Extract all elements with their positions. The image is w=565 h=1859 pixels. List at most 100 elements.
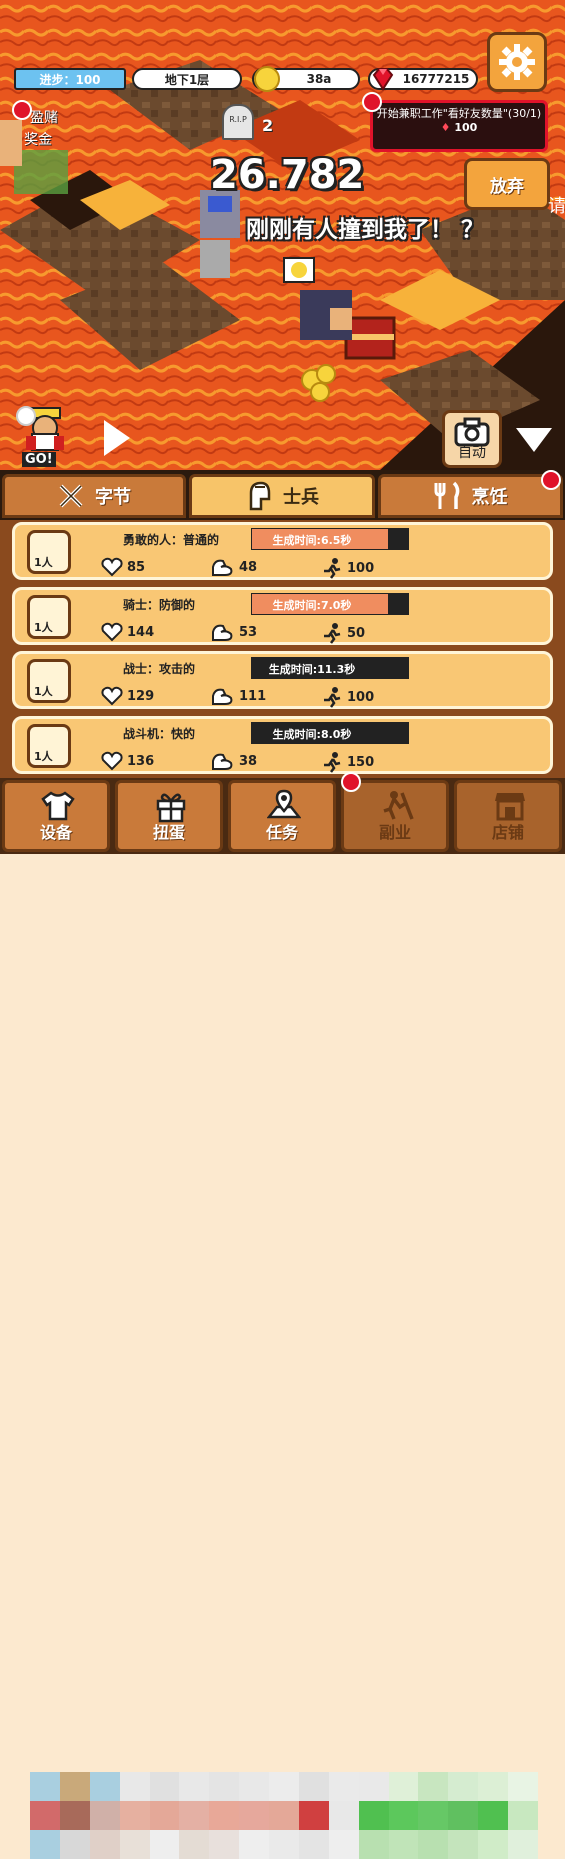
soldier-card[interactable]: 1人 勇敢的人：普通的 生成时间:6.5秒 85 48 100 — [12, 522, 553, 580]
ad-pixel — [89, 1830, 120, 1859]
hp-value: 129 — [127, 688, 155, 704]
ad-pixel — [209, 1772, 240, 1801]
soldier-card[interactable]: 1人 骑士：防御的 生成时间:7.0秒 144 53 50 — [12, 587, 553, 645]
soldier-avatar: 1人 — [27, 530, 71, 574]
ad-pixel — [30, 1772, 60, 1801]
nav-tasks[interactable]: 任务 — [228, 780, 336, 852]
bicep-icon — [212, 753, 233, 770]
tab-cooking[interactable]: 烹饪 — [378, 474, 563, 518]
ad-pixel — [418, 1772, 449, 1801]
bottom-navigation: 设备 扭蛋 任务 副业 店铺 — [0, 772, 565, 854]
spawn-time-text: 生成时间:6.5秒 — [272, 534, 352, 547]
nav-side-job[interactable]: 副业 — [341, 780, 449, 852]
soldier-list: 1人 勇敢的人：普通的 生成时间:6.5秒 85 48 100 1人 骑士：防御… — [0, 520, 565, 778]
give-up-button[interactable]: 放弃 — [464, 158, 550, 210]
ad-pixel — [358, 1801, 389, 1830]
ruby-gem-icon — [372, 68, 394, 91]
shop-icon — [495, 793, 525, 821]
notification-dot — [541, 470, 561, 490]
auto-label: 自动 — [458, 445, 486, 461]
strength-stat: 48 — [211, 557, 257, 577]
ad-pixel — [269, 1830, 299, 1859]
nav-shop[interactable]: 店铺 — [454, 780, 562, 852]
hp-stat: 144 — [101, 622, 154, 642]
ad-pixel — [328, 1830, 359, 1859]
ad-pixel — [59, 1772, 90, 1801]
ad-pixel — [209, 1801, 240, 1830]
shirt-icon — [41, 791, 75, 821]
category-tabs: 字节 士兵 烹饪 — [0, 470, 565, 520]
ad-pixel — [119, 1772, 150, 1801]
ad-pixel — [179, 1772, 210, 1801]
speed-value: 100 — [347, 560, 375, 576]
gift-icon — [156, 793, 186, 823]
nav-equipment[interactable]: 设备 — [2, 780, 110, 852]
ad-pixel — [30, 1830, 60, 1859]
pixelated-ad-banner[interactable] — [30, 1772, 538, 1859]
indicator-dot — [16, 406, 36, 426]
ad-pixel — [298, 1772, 329, 1801]
quest-title: 开始兼职工作"看好友数量"(30/1) — [376, 107, 542, 120]
hp-stat: 129 — [101, 686, 154, 706]
ad-pixel — [298, 1830, 329, 1859]
tab-soldiers[interactable]: 士兵 — [189, 474, 375, 518]
game-scene[interactable]: 进步：100 地下1层 38a 16777215 开始兼职工作"看好友数量"(3… — [0, 0, 565, 470]
ad-pixel — [448, 1830, 479, 1859]
fork-knife-icon — [434, 481, 459, 509]
ad-pixel — [508, 1772, 538, 1801]
quest-banner[interactable]: 开始兼职工作"看好友数量"(30/1) ♦ 100 — [370, 100, 548, 152]
heart-icon — [101, 622, 123, 642]
ad-pixel — [508, 1830, 538, 1859]
ad-pixel — [478, 1830, 509, 1859]
spawn-time-text: 生成时间:11.3秒 — [268, 663, 356, 676]
ad-pixel — [269, 1801, 299, 1830]
spawn-time-bar: 生成时间:8.0秒 — [251, 722, 409, 744]
soldier-card[interactable]: 1人 战士：攻击的 生成时间:11.3秒 129 111 100 — [12, 651, 553, 709]
tab-weapons[interactable]: 字节 — [2, 474, 186, 518]
spawn-time-bar: 生成时间:11.3秒 — [251, 657, 409, 679]
running-icon — [324, 623, 341, 644]
ad-pixel — [89, 1772, 120, 1801]
ad-pixel — [30, 1801, 60, 1830]
ad-pixel — [269, 1772, 299, 1801]
nav-gacha[interactable]: 扭蛋 — [115, 780, 223, 852]
quest-reward-value: 100 — [454, 121, 478, 134]
ad-pixel — [358, 1830, 389, 1859]
tab-label: 字节 — [95, 487, 131, 508]
speed-stat: 100 — [321, 686, 374, 708]
soldier-avatar: 1人 — [27, 724, 71, 768]
auto-button[interactable]: 自动 — [442, 410, 502, 468]
bicep-icon — [212, 688, 233, 705]
notification-dot — [12, 100, 32, 120]
settings-button[interactable] — [487, 32, 547, 92]
strength-value: 48 — [239, 559, 258, 575]
coin-icon — [254, 66, 280, 92]
soldier-card[interactable]: 1人 战斗机：快的 生成时间:8.0秒 136 38 150 — [12, 716, 553, 774]
chevron-down-icon[interactable] — [516, 428, 552, 452]
ad-pixel — [59, 1801, 90, 1830]
speed-stat: 150 — [321, 751, 374, 773]
speed-value: 150 — [347, 754, 375, 770]
running-icon — [324, 687, 341, 708]
speed-value: 50 — [347, 625, 366, 641]
tab-label: 烹饪 — [471, 487, 508, 508]
hp-value: 144 — [127, 624, 155, 640]
spawn-time-text: 生成时间:8.0秒 — [272, 728, 352, 741]
soldier-avatar: 1人 — [27, 595, 71, 639]
nav-label: 副业 — [378, 823, 411, 842]
play-icon[interactable] — [104, 420, 130, 456]
nav-label: 店铺 — [491, 823, 524, 842]
floor-label: 地下1层 — [132, 68, 242, 90]
ad-pixel — [478, 1772, 509, 1801]
ad-pixel — [298, 1801, 329, 1830]
side-character[interactable] — [0, 120, 22, 166]
ad-pixel — [418, 1801, 449, 1830]
hp-stat: 136 — [101, 751, 154, 771]
soldier-name: 战士：攻击的 — [123, 662, 196, 676]
spawn-time-text: 生成时间:7.0秒 — [272, 599, 352, 612]
ad-pixel — [448, 1801, 479, 1830]
ad-pixel — [388, 1772, 419, 1801]
gear-icon — [499, 44, 535, 80]
soldier-name: 战斗机：快的 — [123, 727, 196, 741]
go-label: GO! — [22, 452, 56, 467]
